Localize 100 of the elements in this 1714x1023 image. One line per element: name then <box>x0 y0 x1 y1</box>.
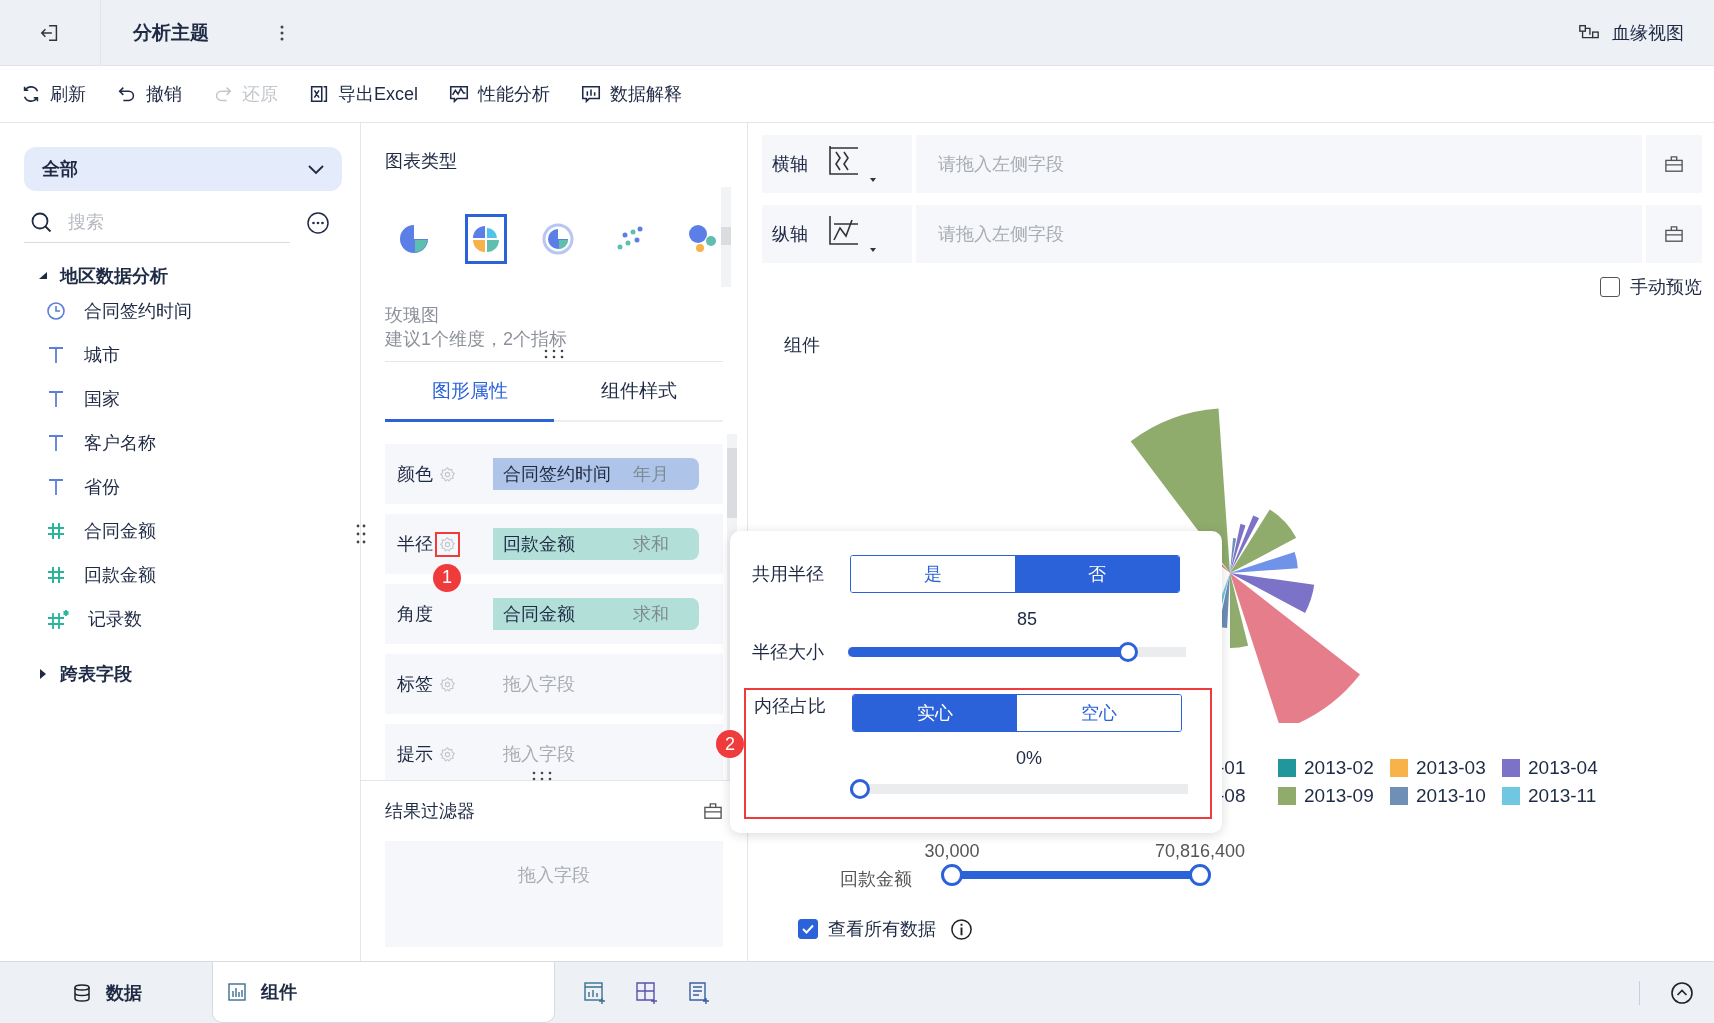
range-slider-handle[interactable] <box>941 864 963 886</box>
legend-label[interactable]: 2013-03 <box>1416 757 1486 779</box>
axis-label-cell: 横轴 <box>762 135 912 193</box>
field-pill[interactable]: 合同金额 求和 <box>493 598 699 630</box>
field-pill[interactable]: 回款金额 求和 <box>493 528 699 560</box>
lineage-view-button[interactable]: 血缘视图 <box>1578 20 1684 45</box>
property-label: 半径 <box>397 533 433 556</box>
add-report-icon[interactable] <box>687 980 711 1005</box>
donut-chart-icon <box>542 223 574 255</box>
field-name[interactable]: 回款金额 <box>84 563 156 587</box>
slider-handle[interactable] <box>850 779 870 799</box>
toolbar-button[interactable]: 性能分析 <box>448 82 550 106</box>
range-value: 30,000 <box>924 841 980 862</box>
range-slider-handle[interactable] <box>1189 864 1211 886</box>
rose-wedge[interactable] <box>1230 509 1297 573</box>
chart-type-option[interactable] <box>465 214 507 264</box>
bottom-tab[interactable]: 组件 <box>212 962 555 1023</box>
rose-wedge[interactable] <box>1230 573 1360 723</box>
info-icon[interactable] <box>950 917 973 941</box>
legend-label[interactable]: -01 <box>1218 757 1246 779</box>
checkbox[interactable] <box>1600 277 1620 297</box>
line-chart-icon <box>448 83 470 105</box>
legend-label[interactable]: 2013-11 <box>1528 785 1597 807</box>
legend-label[interactable]: -08 <box>1218 785 1246 807</box>
toolbox-icon[interactable] <box>1664 225 1684 243</box>
caret-down-icon <box>38 271 48 281</box>
toolbox-icon[interactable] <box>703 802 723 820</box>
field-name[interactable]: 记录数 <box>88 607 142 631</box>
shared-radius-label: 共用半径 <box>752 563 825 586</box>
chart-type-name: 玫瑰图 <box>385 304 440 327</box>
property-tab[interactable]: 图形属性 <box>385 362 554 422</box>
slider-handle[interactable] <box>1118 642 1139 662</box>
add-chart-icon[interactable] <box>583 980 607 1005</box>
drag-handle-icon[interactable] <box>356 523 366 545</box>
legend-label[interactable]: 2013-10 <box>1416 785 1486 807</box>
view-all-data-label: 查看所有数据 <box>828 918 936 941</box>
rose-chart-icon <box>470 223 502 255</box>
search-icon[interactable] <box>30 210 54 235</box>
text-type-icon <box>46 345 66 365</box>
bottom-tab[interactable]: 数据 <box>0 962 212 1023</box>
more-options-icon[interactable] <box>306 211 330 235</box>
toolbox-icon[interactable] <box>1664 155 1684 173</box>
horizontal-axis-icon[interactable] <box>826 144 876 184</box>
segment-option[interactable]: 实心 <box>853 695 1017 731</box>
property-label: 提示 <box>397 743 433 766</box>
inner-radius-label: 内径占比 <box>754 695 827 718</box>
radius-size-label: 半径大小 <box>752 641 825 664</box>
rose-wedge[interactable] <box>1230 573 1249 648</box>
analysis-title: 分析主题 <box>133 20 209 45</box>
drag-handle-icon[interactable] <box>543 349 565 359</box>
field-group[interactable]: 地区数据分析 <box>38 263 168 289</box>
search-field[interactable]: 搜索 <box>66 211 250 234</box>
toolbar-button[interactable]: 数据解释 <box>580 82 682 106</box>
scope-dropdown[interactable]: 全部 <box>24 147 342 191</box>
bubble-chart-icon <box>686 223 718 255</box>
field-pill[interactable]: 合同签约时间 年月 <box>493 458 699 490</box>
field-name[interactable]: 合同金额 <box>84 519 156 543</box>
rose-wedge[interactable] <box>1230 552 1298 573</box>
number-type-icon <box>46 521 66 541</box>
checkbox[interactable] <box>798 919 818 939</box>
step-badge: 2 <box>716 730 744 758</box>
legend-label[interactable]: 2013-04 <box>1528 757 1598 779</box>
drag-handle-icon[interactable] <box>531 771 553 781</box>
field-group[interactable]: 跨表字段 <box>38 661 132 687</box>
rose-wedge[interactable] <box>1230 573 1315 613</box>
result-filter-title: 结果过滤器 <box>385 800 475 823</box>
legend-label[interactable]: 2013-09 <box>1304 785 1374 807</box>
add-table-icon[interactable] <box>635 980 659 1005</box>
inner-radius-value: 0% <box>1015 748 1043 769</box>
field-name[interactable]: 省份 <box>84 475 120 499</box>
vertical-axis-icon[interactable] <box>826 214 876 254</box>
field-name[interactable]: 客户名称 <box>84 431 156 455</box>
property-tab[interactable]: 组件样式 <box>554 362 723 422</box>
range-filter-label: 回款金额 <box>840 868 913 891</box>
field-name[interactable]: 合同签约时间 <box>84 299 192 323</box>
toolbar-button[interactable]: 撤销 <box>116 82 182 106</box>
field-name[interactable]: 国家 <box>84 387 120 411</box>
segment-option[interactable]: 否 <box>1015 556 1179 592</box>
rose-wedge[interactable] <box>1230 515 1260 573</box>
number-type-icon <box>46 565 66 585</box>
toolbar-button[interactable]: 刷新 <box>20 82 86 106</box>
rose-wedge[interactable] <box>1230 538 1237 573</box>
property-label: 颜色 <box>397 463 433 486</box>
chart-type-hint: 建议1个维度，2个指标 <box>385 328 569 351</box>
scrollbar[interactable] <box>721 187 731 287</box>
property-label: 角度 <box>397 603 433 626</box>
bar-chart-icon <box>580 83 602 105</box>
axis-label-cell: 纵轴 <box>762 205 912 263</box>
field-name[interactable]: 城市 <box>84 343 120 367</box>
clock-icon <box>46 301 66 321</box>
text-type-icon <box>46 389 66 409</box>
text-type-icon <box>46 477 66 497</box>
toolbar-button[interactable]: 导出Excel <box>308 82 418 106</box>
property-label: 标签 <box>397 673 433 696</box>
collapse-up-icon[interactable] <box>1670 980 1694 1005</box>
legend-label[interactable]: 2013-02 <box>1304 757 1374 779</box>
chart-type-title: 图表类型 <box>385 150 458 173</box>
manual-preview-label: 手动预览 <box>1630 276 1702 299</box>
database-icon <box>72 982 92 1003</box>
more-vertical-icon[interactable] <box>279 23 285 42</box>
